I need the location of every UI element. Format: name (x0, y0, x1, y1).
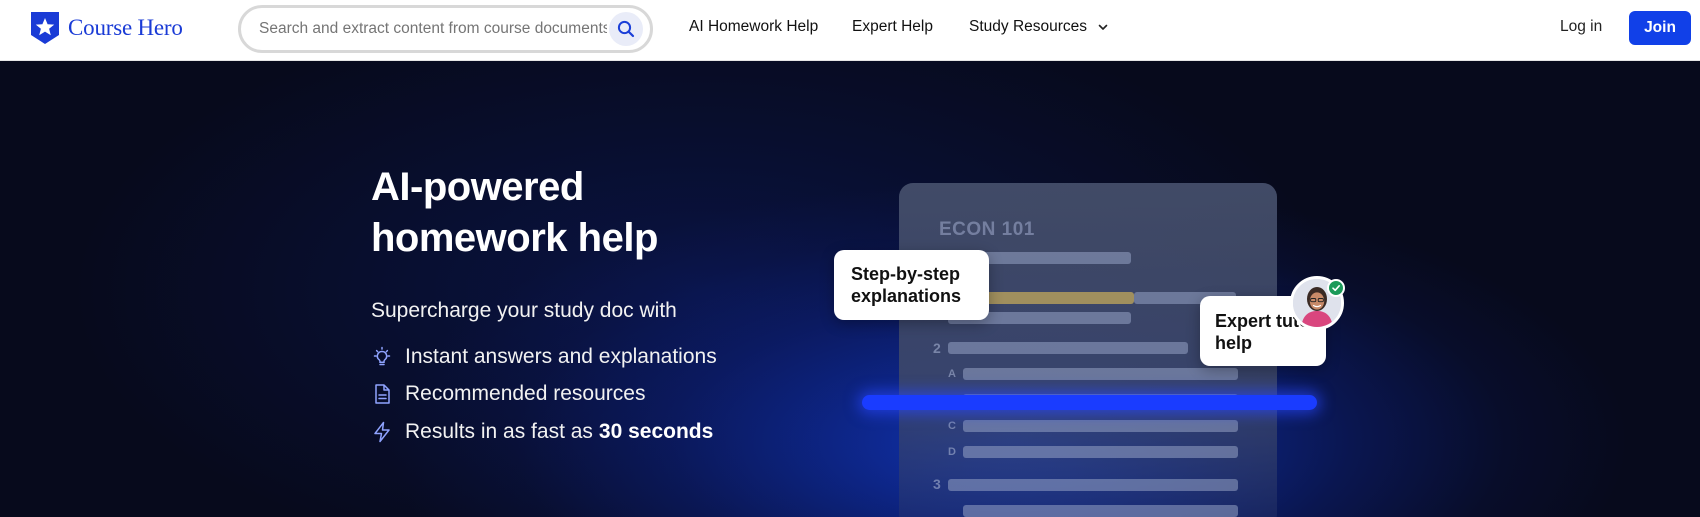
feature-instant-answers: Instant answers and explanations (371, 345, 717, 369)
course-hero-logo[interactable]: Course Hero (30, 12, 183, 44)
doc-line (948, 342, 1188, 354)
lightning-icon (374, 421, 390, 443)
chevron-down-icon (1098, 24, 1108, 30)
doc-line (963, 368, 1238, 380)
nav-study-resources[interactable]: Study Resources (969, 18, 1109, 36)
search-bar (238, 5, 653, 53)
login-link[interactable]: Log in (1560, 18, 1602, 36)
hero-section: AI-powered homework help Supercharge you… (0, 61, 1700, 517)
feature-fast-results: Results in as fast as 30 seconds (371, 420, 713, 444)
feature-text: Recommended resources (405, 382, 646, 405)
lightbulb-icon (373, 346, 391, 366)
answer-letter: D (948, 446, 956, 458)
doc-title: ECON 101 (939, 219, 1035, 240)
nav-expert-help[interactable]: Expert Help (852, 18, 933, 36)
doc-line (948, 479, 1238, 491)
brand-name: Course Hero (68, 15, 183, 40)
feature-recommended-resources: Recommended resources (371, 382, 645, 406)
scan-line (862, 395, 1317, 410)
top-nav: Course Hero AI Homework Help Expert Help… (0, 0, 1700, 61)
step-by-step-card: Step-by-step explanations (834, 250, 989, 320)
question-number: 3 (933, 476, 941, 492)
join-button[interactable]: Join (1629, 11, 1691, 45)
search-button[interactable] (609, 12, 643, 46)
verified-check-icon (1327, 279, 1345, 297)
doc-line (963, 505, 1238, 517)
hero-title: AI-powered homework help (371, 165, 658, 260)
search-icon (617, 20, 635, 38)
feature-highlight: 30 seconds (598, 420, 714, 443)
star-shield-icon (31, 12, 59, 44)
feature-text: Results in as fast as (405, 420, 593, 443)
document-icon (375, 384, 390, 404)
doc-line (963, 420, 1238, 432)
doc-line (963, 446, 1238, 458)
search-input[interactable] (259, 8, 607, 50)
hero-subtitle: Supercharge your study doc with (371, 299, 677, 322)
question-number: 2 (933, 340, 941, 356)
nav-ai-homework-help[interactable]: AI Homework Help (689, 18, 818, 36)
answer-letter: C (948, 420, 956, 432)
answer-letter: A (948, 368, 956, 380)
feature-text: Instant answers and explanations (405, 345, 717, 368)
nav-study-resources-label: Study Resources (969, 18, 1088, 35)
